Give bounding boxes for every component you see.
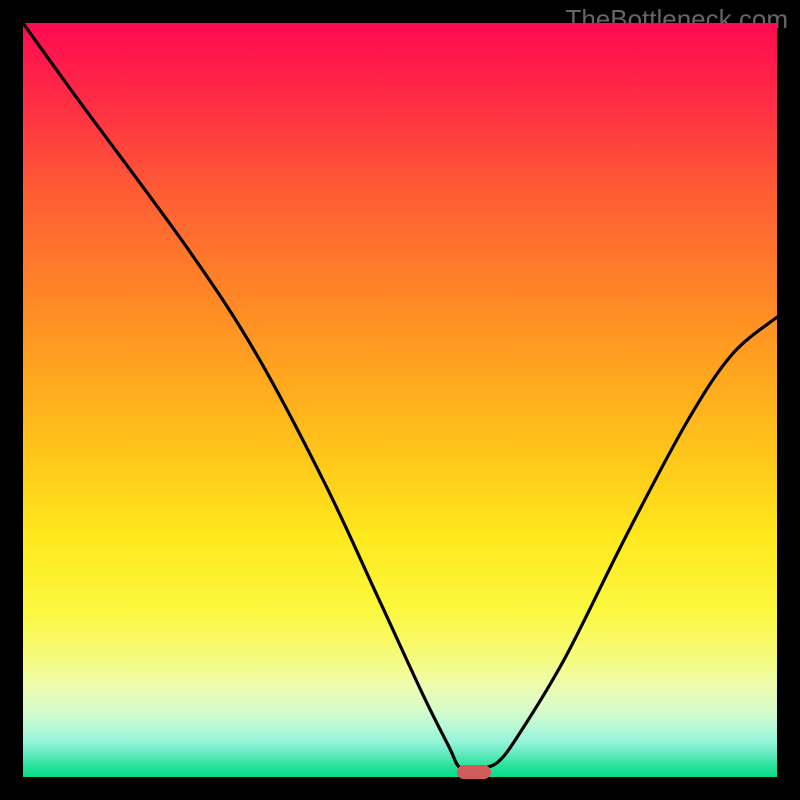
plot-area	[23, 23, 777, 777]
chart-frame: TheBottleneck.com	[0, 0, 800, 800]
optimum-marker	[457, 765, 491, 779]
bottleneck-curve	[23, 23, 777, 777]
